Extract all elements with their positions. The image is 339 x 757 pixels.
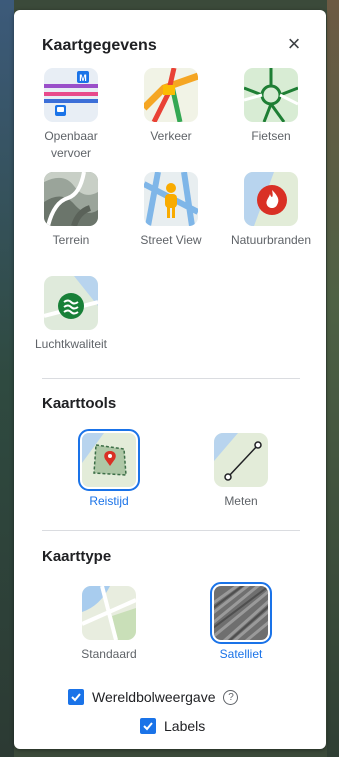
checkbox-checked[interactable] — [68, 689, 84, 705]
map-type-title: Kaarttype — [42, 548, 112, 565]
layer-label: Natuurbranden — [230, 233, 312, 247]
layer-transit[interactable]: M Openbaar vervoer — [26, 68, 116, 162]
terrain-icon — [44, 172, 98, 226]
layer-label: Street View — [140, 233, 202, 247]
help-icon[interactable]: ? — [223, 689, 239, 705]
layer-label: Openbaar vervoer — [44, 129, 98, 160]
map-type-label: Standaard — [81, 647, 137, 661]
map-type-satellite[interactable]: Satelliet — [196, 582, 286, 663]
close-icon: × — [287, 31, 301, 56]
section-divider — [42, 378, 300, 379]
svg-text:M: M — [79, 73, 87, 83]
travel-time-icon — [78, 429, 140, 491]
layer-terrain[interactable]: Terrein — [26, 172, 116, 249]
labels-label: Labels — [164, 718, 206, 734]
layer-label: Luchtkwaliteit — [34, 337, 108, 351]
layer-traffic[interactable]: Verkeer — [126, 68, 216, 145]
satellite-map-icon — [210, 582, 272, 644]
biking-icon — [244, 68, 298, 122]
labels-checkbox[interactable]: Labels — [140, 718, 205, 734]
default-map-icon — [82, 586, 136, 640]
map-type-label: Satelliet — [219, 647, 263, 661]
street-view-icon — [144, 172, 198, 226]
tool-label: Meten — [224, 494, 258, 508]
check-icon — [143, 722, 153, 731]
check-icon — [71, 693, 81, 702]
panel-title: Kaartgegevens — [42, 37, 157, 54]
layer-label: Fietsen — [251, 129, 291, 143]
traffic-icon — [144, 68, 198, 122]
map-details-panel: Kaartgegevens × M Openbaar vervoer Verke… — [14, 10, 326, 749]
map-type-default[interactable]: Standaard — [64, 586, 154, 663]
wildfires-icon — [244, 172, 298, 226]
layer-label: Verkeer — [150, 129, 192, 143]
layer-wildfires[interactable]: Natuurbranden — [226, 172, 316, 249]
checkbox-checked[interactable] — [140, 718, 156, 734]
map-tools-title: Kaarttools — [42, 395, 117, 412]
layer-street-view[interactable]: Street View — [126, 172, 216, 249]
tool-measure[interactable]: Meten — [196, 433, 286, 510]
section-divider — [42, 530, 300, 531]
map-background-left — [0, 0, 14, 757]
tool-label: Reistijd — [89, 494, 129, 508]
map-background-right — [327, 0, 339, 757]
layer-biking[interactable]: Fietsen — [226, 68, 316, 145]
globe-view-checkbox[interactable]: Wereldbolweergave ? — [68, 689, 239, 705]
tool-travel-time[interactable]: Reistijd — [64, 429, 154, 510]
air-quality-icon — [44, 276, 98, 330]
transit-icon: M — [44, 68, 98, 122]
layer-label: Terrein — [52, 233, 90, 247]
measure-icon — [214, 433, 268, 487]
layer-air-quality[interactable]: Luchtkwaliteit — [26, 276, 116, 353]
close-button[interactable]: × — [282, 32, 306, 56]
globe-view-label: Wereldbolweergave — [92, 689, 216, 705]
